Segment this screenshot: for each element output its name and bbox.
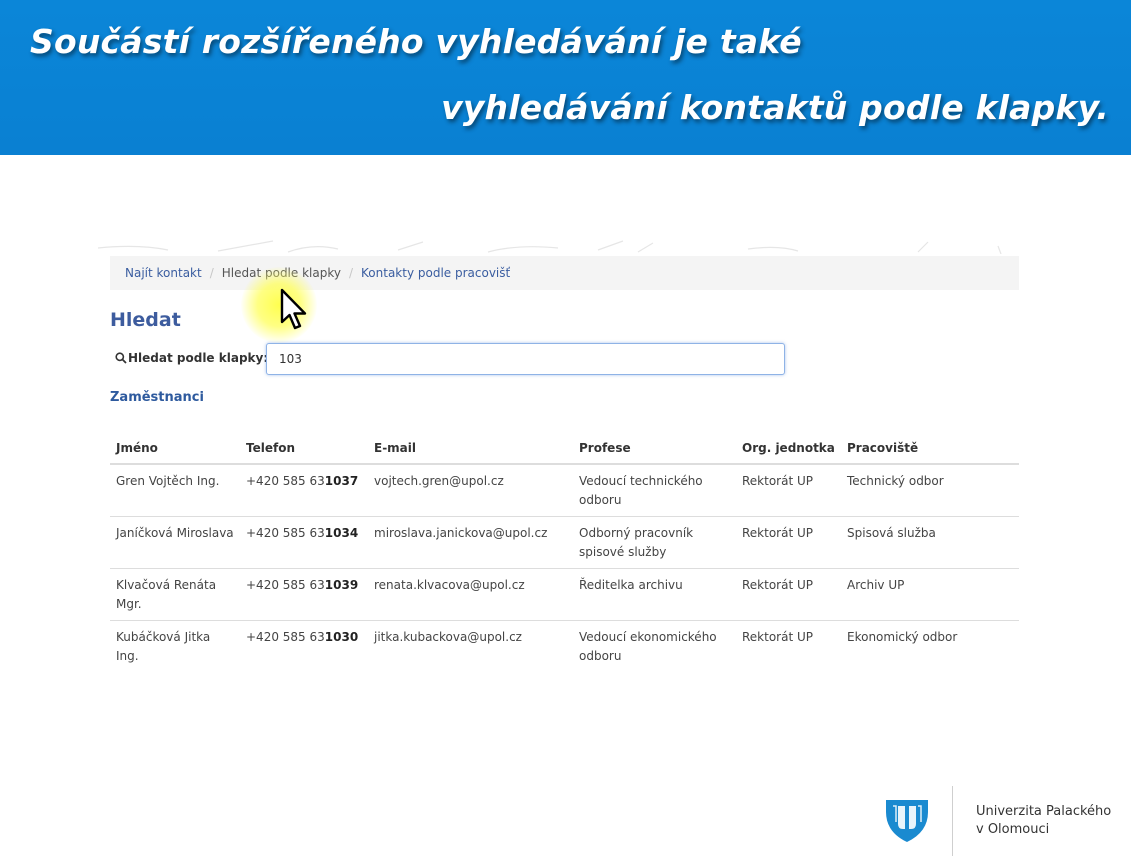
cell-phone: +420 585 631030: [240, 621, 368, 673]
phone-prefix: +420 585 63: [246, 630, 325, 644]
table-header-row: Jméno Telefon E-mail Profese Org. jednot…: [110, 433, 1019, 465]
cell-phone: +420 585 631037: [240, 464, 368, 517]
cell-email[interactable]: miroslava.janickova@upol.cz: [368, 516, 573, 569]
cell-workplace: Ekonomický odbor: [847, 630, 958, 644]
phone-prefix: +420 585 63: [246, 526, 325, 540]
breadcrumb-find-contact[interactable]: Najít kontakt: [125, 266, 202, 280]
employees-section-title: Zaměstnanci: [110, 390, 204, 405]
banner-line-2: vyhledávání kontaktů podle klapky.: [441, 88, 1109, 127]
cell-org-unit: Rektorát UP: [736, 464, 841, 517]
cell-name[interactable]: Kubáčková Jitka Ing.: [110, 621, 240, 673]
cell-org-unit: Rektorát UP: [736, 516, 841, 569]
contacts-table: Jméno Telefon E-mail Profese Org. jednot…: [110, 433, 1019, 672]
cell-name[interactable]: Klvačová Renáta Mgr.: [110, 568, 240, 621]
university-logo: Univerzita Palackého v Olomouci: [884, 786, 1124, 858]
column-header-workplace[interactable]: Pracoviště: [841, 433, 1019, 465]
phone-prefix: +420 585 63: [246, 578, 325, 592]
search-label: Hledat podle klapky:: [115, 351, 268, 365]
table-row: Klvačová Renáta Mgr. +420 585 631039 ren…: [110, 568, 1019, 621]
column-header-org-unit[interactable]: Org. jednotka: [736, 433, 841, 465]
cell-profession: Vedoucí ekonomického odboru: [579, 630, 717, 663]
cell-email[interactable]: renata.klvacova@upol.cz: [368, 568, 573, 621]
column-header-email[interactable]: E-mail: [368, 433, 573, 465]
search-heading: Hledat: [110, 309, 181, 331]
cell-name[interactable]: Gren Vojtěch Ing.: [110, 464, 240, 517]
phone-extension: 1034: [324, 526, 359, 540]
cell-phone: +420 585 631034: [240, 516, 368, 569]
cell-phone: +420 585 631039: [240, 568, 368, 621]
search-label-text: Hledat podle klapky:: [128, 351, 269, 365]
table-row: Gren Vojtěch Ing. +420 585 631037 vojtec…: [110, 464, 1019, 517]
breadcrumb-search-by-extension[interactable]: Hledat podle klapky: [222, 266, 341, 280]
search-icon: [115, 352, 127, 364]
cell-workplace: Technický odbor: [841, 464, 1019, 517]
cell-profession: Vedoucí technického odboru: [573, 464, 736, 517]
table-row: Kubáčková Jitka Ing. +420 585 631030 jit…: [110, 621, 1019, 673]
phone-extension: 1037: [324, 474, 359, 488]
cell-org-unit: Rektorát UP: [742, 630, 814, 644]
phone-extension: 1039: [324, 578, 359, 592]
mouse-cursor-icon: [280, 288, 308, 332]
title-banner: Součástí rozšířeného vyhledávání je také…: [0, 0, 1131, 155]
cell-workplace: Archiv UP: [841, 568, 1019, 621]
breadcrumb-contacts-by-workplace[interactable]: Kontakty podle pracovišť: [361, 266, 510, 280]
banner-line-1: Součástí rozšířeného vyhledávání je také: [30, 22, 802, 61]
cell-email[interactable]: vojtech.gren@upol.cz: [368, 464, 573, 517]
logo-divider: [952, 786, 953, 856]
extension-search-input[interactable]: [266, 343, 785, 375]
cell-email[interactable]: jitka.kubackova@upol.cz: [368, 621, 573, 673]
university-shield-icon: [886, 800, 928, 842]
phone-prefix: +420 585 63: [246, 474, 325, 488]
cell-profession: Odborný pracovník spisové služby: [573, 516, 736, 569]
cell-org-unit: Rektorát UP: [736, 568, 841, 621]
cell-profession: Ředitelka archivu: [573, 568, 736, 621]
column-header-profession[interactable]: Profese: [573, 433, 736, 465]
university-name-line-1: Univerzita Palackého: [976, 804, 1112, 819]
column-header-name[interactable]: Jméno: [110, 433, 240, 465]
breadcrumb-separator: /: [209, 266, 214, 280]
breadcrumb-separator: /: [348, 266, 354, 280]
column-header-phone[interactable]: Telefon: [240, 433, 368, 465]
screenshot-top-edge: [98, 240, 1003, 254]
table-row: Janíčková Miroslava +420 585 631034 miro…: [110, 516, 1019, 569]
breadcrumb: Najít kontakt / Hledat podle klapky / Ko…: [110, 256, 1019, 290]
phone-extension: 1030: [324, 630, 359, 644]
cell-workplace: Spisová služba: [841, 516, 1019, 569]
cell-name[interactable]: Janíčková Miroslava: [110, 516, 240, 569]
university-name-line-2: v Olomouci: [976, 822, 1050, 837]
university-name: Univerzita Palackého v Olomouci: [976, 803, 1111, 839]
